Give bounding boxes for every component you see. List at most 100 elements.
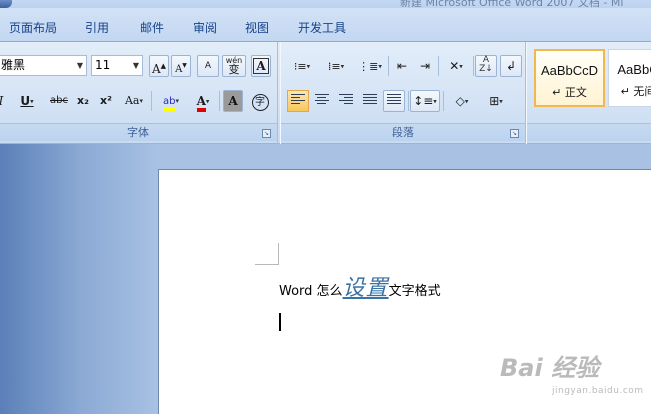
text-suffix: 文字格式 bbox=[388, 284, 441, 299]
tab-review[interactable]: 审阅 bbox=[193, 19, 217, 36]
numbering-icon: ⁞≡ bbox=[327, 60, 341, 73]
style-normal[interactable]: AaBbCcD ↵ 正文 bbox=[534, 49, 605, 107]
watermark: Bai 经验 jingyan.baidu.com bbox=[500, 348, 648, 410]
enclose-characters-button[interactable]: 字 bbox=[249, 90, 271, 112]
justify-icon bbox=[363, 94, 377, 104]
sort-button[interactable]: A Z↓ bbox=[475, 55, 497, 77]
formatted-text: 设置 bbox=[342, 276, 389, 301]
style-normal-sample: AaBbCcD bbox=[540, 63, 599, 78]
separator bbox=[151, 91, 152, 111]
chinese-layout-button[interactable]: ✕▾ bbox=[441, 55, 471, 77]
character-border-icon: A bbox=[253, 58, 269, 74]
font-dialog-launcher-icon[interactable]: ↘ bbox=[262, 129, 271, 138]
line-spacing-icon: ↕≡ bbox=[413, 94, 434, 108]
text-cursor bbox=[279, 313, 281, 331]
separator bbox=[219, 91, 220, 111]
decrease-indent-button[interactable]: ⇤ bbox=[391, 55, 413, 77]
highlight-icon: ab bbox=[163, 96, 176, 111]
superscript-icon: x² bbox=[100, 94, 112, 107]
paragraph-mark-icon: ↵ bbox=[620, 85, 630, 98]
multilevel-list-button[interactable]: ⋮≣▾ bbox=[355, 55, 385, 77]
change-case-button[interactable]: Aa▾ bbox=[119, 90, 149, 112]
paragraph-dialog-launcher-icon[interactable]: ↘ bbox=[510, 129, 519, 138]
tab-page-layout[interactable]: 页面布局 bbox=[9, 19, 57, 36]
font-size-value: 11 bbox=[95, 58, 111, 72]
watermark-url: jingyan.baidu.com bbox=[552, 386, 644, 396]
align-right-button[interactable] bbox=[335, 90, 357, 112]
paragraph-group: ⁝≡▾ ⁞≡▾ ⋮≣▾ ⇤ ⇥ ✕▾ A Z↓ ↲ ↕≡▾ ◇▾ ⊞▾ 段落 ↘ bbox=[280, 42, 526, 144]
increase-indent-button[interactable]: ⇥ bbox=[414, 55, 436, 77]
paragraph-mark-icon: ↵ bbox=[552, 86, 562, 99]
title-bar: 新建 Microsoft Office Word 2007 文档 - Mi bbox=[0, 0, 651, 8]
style-normal-label: 正文 bbox=[564, 86, 587, 99]
paint-bucket-icon: ◇ bbox=[455, 94, 465, 108]
separator bbox=[443, 91, 444, 111]
multilevel-list-icon: ⋮≣ bbox=[358, 60, 379, 73]
text-boundary-corner bbox=[255, 243, 279, 265]
align-left-button[interactable] bbox=[287, 90, 309, 112]
bullets-button[interactable]: ⁝≡▾ bbox=[287, 55, 317, 77]
grow-font-icon: A bbox=[151, 62, 161, 76]
separator bbox=[438, 56, 439, 76]
change-case-icon: Aa bbox=[124, 94, 140, 107]
watermark-logo: Bai 经验 bbox=[500, 354, 600, 382]
ribbon: 雅黑 ▼ 11 ▼ A▲ A▼ A wén 变 A I U▾ a bbox=[0, 42, 651, 144]
office-button-edge[interactable] bbox=[0, 0, 12, 8]
separator bbox=[388, 56, 389, 76]
styles-group-label bbox=[527, 123, 651, 141]
font-name-combo[interactable]: 雅黑 ▼ bbox=[0, 55, 87, 76]
subscript-icon: x₂ bbox=[77, 94, 89, 107]
clear-format-button[interactable]: A bbox=[197, 55, 219, 77]
character-border-button[interactable]: A bbox=[251, 55, 271, 77]
chevron-down-icon[interactable]: ▼ bbox=[133, 56, 139, 75]
tab-developer[interactable]: 开发工具 bbox=[298, 19, 346, 36]
increase-indent-icon: ⇥ bbox=[419, 59, 431, 73]
text-highlight-button[interactable]: ab▾ bbox=[155, 90, 187, 112]
show-hide-marks-button[interactable]: ↲ bbox=[500, 55, 522, 77]
font-size-combo[interactable]: 11 ▼ bbox=[91, 55, 143, 76]
paragraph-mark-icon: ↲ bbox=[505, 59, 517, 73]
font-group: 雅黑 ▼ 11 ▼ A▲ A▼ A wén 变 A I U▾ a bbox=[0, 42, 278, 144]
styles-group: AaBbCcD ↵ 正文 AaBbC ↵ 无间 bbox=[526, 42, 651, 144]
sort-icon: A Z↓ bbox=[479, 55, 493, 74]
align-center-icon bbox=[315, 94, 329, 104]
font-color-icon: A bbox=[196, 94, 206, 112]
borders-button[interactable]: ⊞▾ bbox=[481, 90, 511, 112]
tab-references[interactable]: 引用 bbox=[85, 19, 109, 36]
enclose-characters-icon: 字 bbox=[251, 94, 269, 111]
character-shading-button[interactable]: A bbox=[223, 90, 243, 112]
grow-font-button[interactable]: A▲ bbox=[149, 55, 169, 77]
subscript-button[interactable]: x₂ bbox=[73, 90, 93, 112]
underline-button[interactable]: U▾ bbox=[13, 90, 41, 112]
shrink-font-button[interactable]: A▼ bbox=[171, 55, 191, 77]
separator bbox=[408, 91, 409, 111]
distributed-button[interactable] bbox=[383, 90, 405, 112]
numbering-button[interactable]: ⁞≡▾ bbox=[321, 55, 351, 77]
ribbon-tab-bar: 页面布局 引用 邮件 审阅 视图 开发工具 bbox=[0, 8, 651, 42]
line-spacing-button[interactable]: ↕≡▾ bbox=[410, 90, 440, 112]
font-name-value: 雅黑 bbox=[1, 58, 26, 72]
tab-view[interactable]: 视图 bbox=[245, 19, 269, 36]
style-no-spacing-label: 无间 bbox=[633, 85, 651, 98]
tab-mailings[interactable]: 邮件 bbox=[140, 19, 164, 36]
chevron-down-icon[interactable]: ▼ bbox=[77, 56, 83, 75]
shading-button[interactable]: ◇▾ bbox=[446, 90, 478, 112]
strikethrough-button[interactable]: abc bbox=[47, 90, 71, 112]
align-left-icon bbox=[291, 94, 305, 104]
justify-button[interactable] bbox=[359, 90, 381, 112]
document-text-line[interactable]: Word 怎么设置文字格式 bbox=[279, 270, 441, 302]
separator bbox=[473, 56, 474, 76]
italic-button[interactable]: I bbox=[0, 90, 7, 112]
align-center-button[interactable] bbox=[311, 90, 333, 112]
superscript-button[interactable]: x² bbox=[96, 90, 116, 112]
align-right-icon bbox=[339, 94, 353, 104]
font-color-button[interactable]: A▾ bbox=[189, 90, 217, 112]
distributed-icon bbox=[387, 94, 401, 104]
character-shading-icon: A bbox=[228, 94, 238, 108]
style-no-spacing[interactable]: AaBbC ↵ 无间 bbox=[608, 49, 651, 107]
phonetic-guide-button[interactable]: wén 变 bbox=[222, 55, 246, 77]
clear-format-icon: A bbox=[204, 61, 212, 71]
strikethrough-icon: abc bbox=[50, 95, 68, 106]
paragraph-group-label: 段落 bbox=[281, 123, 525, 141]
window-title: 新建 Microsoft Office Word 2007 文档 - Mi bbox=[400, 0, 624, 8]
